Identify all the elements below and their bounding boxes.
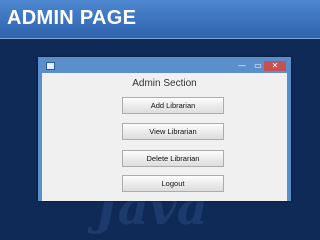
- view-librarian-button[interactable]: View Librarian: [122, 123, 224, 140]
- delete-librarian-button[interactable]: Delete Librarian: [122, 150, 224, 167]
- window-content: Admin Section Add Librarian View Librari…: [42, 73, 287, 201]
- app-window-icon: [46, 62, 55, 70]
- admin-window: — ▭ ✕ Admin Section Add Librarian View L…: [38, 57, 291, 201]
- minimize-button[interactable]: —: [237, 61, 247, 71]
- logout-button[interactable]: Logout: [122, 175, 224, 192]
- add-librarian-button[interactable]: Add Librarian: [122, 97, 224, 114]
- window-titlebar[interactable]: — ▭ ✕: [42, 61, 287, 73]
- maximize-button[interactable]: ▭: [253, 61, 263, 71]
- slide-title-bar: ADMIN PAGE: [0, 0, 320, 39]
- section-heading: Admin Section: [132, 78, 197, 89]
- slide-title: ADMIN PAGE: [7, 7, 137, 29]
- close-button[interactable]: ✕: [264, 61, 286, 71]
